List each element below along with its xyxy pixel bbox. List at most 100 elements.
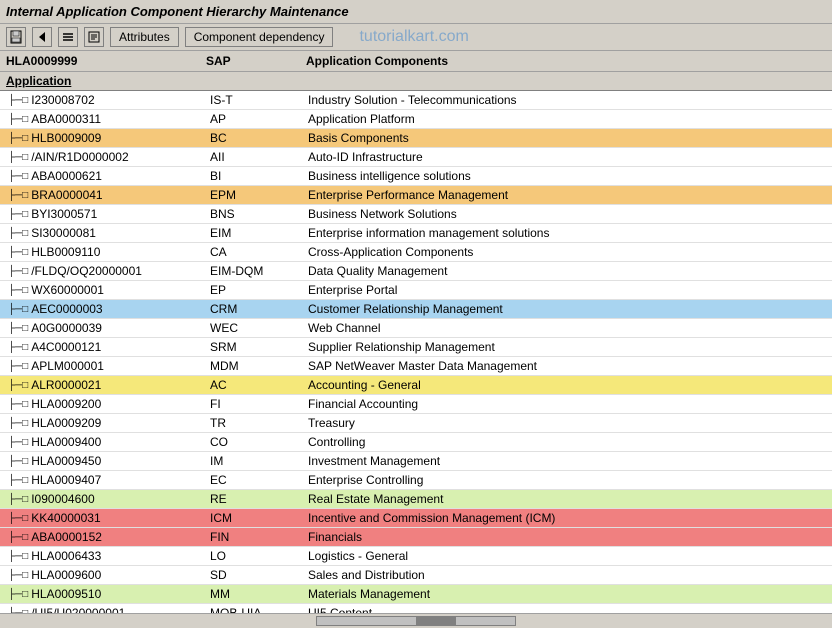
table-row[interactable]: ├─□HLA0009450IMInvestment Management: [0, 452, 832, 471]
row-id-cell: ├─□A4C0000121: [6, 340, 206, 354]
table-row[interactable]: ├─□I230008702IS-TIndustry Solution - Tel…: [0, 91, 832, 110]
row-id: SI30000081: [31, 226, 96, 240]
table-row[interactable]: ├─□ABA0000621BIBusiness intelligence sol…: [0, 167, 832, 186]
row-description: Accounting - General: [306, 378, 826, 392]
main-window: Internal Application Component Hierarchy…: [0, 0, 832, 628]
table-row[interactable]: ├─□A0G0000039WECWeb Channel: [0, 319, 832, 338]
row-id-cell: ├─□ABA0000152: [6, 530, 206, 544]
tree-expand-icon[interactable]: ├─□: [8, 437, 28, 448]
table-row[interactable]: ├─□HLA0009407ECEnterprise Controlling: [0, 471, 832, 490]
tree-expand-icon[interactable]: ├─□: [8, 589, 28, 600]
table-row[interactable]: ├─□HLA0009400COControlling: [0, 433, 832, 452]
component-dependency-button[interactable]: Component dependency: [185, 27, 334, 47]
tree-expand-icon[interactable]: ├─□: [8, 551, 28, 562]
row-id-cell: ├─□I230008702: [6, 93, 206, 107]
table-body: ├─□I230008702IS-TIndustry Solution - Tel…: [0, 91, 832, 613]
tree-expand-icon[interactable]: ├─□: [8, 209, 28, 220]
tree-expand-icon[interactable]: ├─□: [8, 285, 28, 296]
table-row[interactable]: ├─□/UI5/U020000001MOB-UIAUI5 Content: [0, 604, 832, 613]
row-id: /FLDQ/OQ20000001: [31, 264, 142, 278]
scrollbar-thumb[interactable]: [416, 617, 456, 625]
row-code: MM: [206, 586, 306, 602]
tree-expand-icon[interactable]: ├─□: [8, 361, 28, 372]
table-row[interactable]: ├─□BYI3000571BNSBusiness Network Solutio…: [0, 205, 832, 224]
row-description: Customer Relationship Management: [306, 302, 826, 316]
row-id-cell: ├─□HLA0009400: [6, 435, 206, 449]
attributes-button[interactable]: Attributes: [110, 27, 179, 47]
back-icon[interactable]: [32, 27, 52, 47]
save-icon[interactable]: [6, 27, 26, 47]
row-code: AC: [206, 377, 306, 393]
row-id: I090004600: [31, 492, 94, 506]
window-title: Internal Application Component Hierarchy…: [6, 4, 349, 19]
tree-expand-icon[interactable]: ├─□: [8, 190, 28, 201]
row-id-cell: ├─□/AIN/R1D0000002: [6, 150, 206, 164]
row-id-cell: ├─□HLB0009009: [6, 131, 206, 145]
row-description: Enterprise Performance Management: [306, 188, 826, 202]
table-row[interactable]: ├─□HLA0009600SDSales and Distribution: [0, 566, 832, 585]
tree-icon[interactable]: [58, 27, 78, 47]
row-code: FIN: [206, 529, 306, 545]
row-id-cell: ├─□HLA0009407: [6, 473, 206, 487]
row-code: BI: [206, 168, 306, 184]
horizontal-scrollbar[interactable]: [316, 616, 516, 626]
row-id: I230008702: [31, 93, 94, 107]
table-row[interactable]: ├─□APLM000001MDMSAP NetWeaver Master Dat…: [0, 357, 832, 376]
tree-expand-icon[interactable]: ├─□: [8, 494, 28, 505]
table-row[interactable]: ├─□AEC0000003CRMCustomer Relationship Ma…: [0, 300, 832, 319]
row-description: Incentive and Commission Management (ICM…: [306, 511, 826, 525]
table-row[interactable]: ├─□I090004600REReal Estate Management: [0, 490, 832, 509]
top-header-row: HLA0009999 SAP Application Components: [0, 51, 832, 72]
row-id: A4C0000121: [31, 340, 101, 354]
tree-expand-icon[interactable]: ├─□: [8, 304, 28, 315]
row-description: Cross-Application Components: [306, 245, 826, 259]
tree-expand-icon[interactable]: ├─□: [8, 570, 28, 581]
row-code: CO: [206, 434, 306, 450]
tree-expand-icon[interactable]: ├─□: [8, 247, 28, 258]
tree-expand-icon[interactable]: ├─□: [8, 133, 28, 144]
table-row[interactable]: ├─□ABA0000152FINFinancials: [0, 528, 832, 547]
row-id: BYI3000571: [31, 207, 97, 221]
table-row[interactable]: ├─□A4C0000121SRMSupplier Relationship Ma…: [0, 338, 832, 357]
table-row[interactable]: ├─□HLB0009110CACross-Application Compone…: [0, 243, 832, 262]
table-row[interactable]: ├─□HLA0006433LOLogistics - General: [0, 547, 832, 566]
row-code: MDM: [206, 358, 306, 374]
table-row[interactable]: ├─□/FLDQ/OQ20000001EIM-DQMData Quality M…: [0, 262, 832, 281]
tree-expand-icon[interactable]: ├─□: [8, 513, 28, 524]
row-description: Data Quality Management: [306, 264, 826, 278]
table-row[interactable]: ├─□WX60000001EPEnterprise Portal: [0, 281, 832, 300]
table-row[interactable]: ├─□BRA0000041EPMEnterprise Performance M…: [0, 186, 832, 205]
row-id-cell: ├─□HLA0009510: [6, 587, 206, 601]
table-row[interactable]: ├─□HLA0009200FIFinancial Accounting: [0, 395, 832, 414]
tree-expand-icon[interactable]: ├─□: [8, 456, 28, 467]
attributes-icon[interactable]: [84, 27, 104, 47]
tree-expand-icon[interactable]: ├─□: [8, 171, 28, 182]
table-row[interactable]: ├─□HLB0009009BCBasis Components: [0, 129, 832, 148]
tree-expand-icon[interactable]: ├─□: [8, 323, 28, 334]
table-row[interactable]: ├─□ABA0000311APApplication Platform: [0, 110, 832, 129]
tree-expand-icon[interactable]: ├─□: [8, 418, 28, 429]
row-id-cell: ├─□/UI5/U020000001: [6, 606, 206, 613]
tree-expand-icon[interactable]: ├─□: [8, 114, 28, 125]
table-row[interactable]: ├─□HLA0009510MMMaterials Management: [0, 585, 832, 604]
content-area: HLA0009999 SAP Application Components Ap…: [0, 51, 832, 613]
tree-expand-icon[interactable]: ├─□: [8, 95, 28, 106]
table-row[interactable]: ├─□HLA0009209TRTreasury: [0, 414, 832, 433]
tree-expand-icon[interactable]: ├─□: [8, 266, 28, 277]
tree-expand-icon[interactable]: ├─□: [8, 380, 28, 391]
table-row[interactable]: ├─□/AIN/R1D0000002AIIAuto-ID Infrastruct…: [0, 148, 832, 167]
tree-expand-icon[interactable]: ├─□: [8, 152, 28, 163]
row-code: EP: [206, 282, 306, 298]
row-description: Logistics - General: [306, 549, 826, 563]
tree-expand-icon[interactable]: ├─□: [8, 532, 28, 543]
table-row[interactable]: ├─□SI30000081EIMEnterprise information m…: [0, 224, 832, 243]
bottom-scrollbar[interactable]: [0, 613, 832, 628]
table-row[interactable]: ├─□KK40000031ICMIncentive and Commission…: [0, 509, 832, 528]
row-id-cell: ├─□SI30000081: [6, 226, 206, 240]
row-id: /UI5/U020000001: [31, 606, 125, 613]
tree-expand-icon[interactable]: ├─□: [8, 399, 28, 410]
tree-expand-icon[interactable]: ├─□: [8, 342, 28, 353]
tree-expand-icon[interactable]: ├─□: [8, 228, 28, 239]
tree-expand-icon[interactable]: ├─□: [8, 475, 28, 486]
table-row[interactable]: ├─□ALR0000021ACAccounting - General: [0, 376, 832, 395]
